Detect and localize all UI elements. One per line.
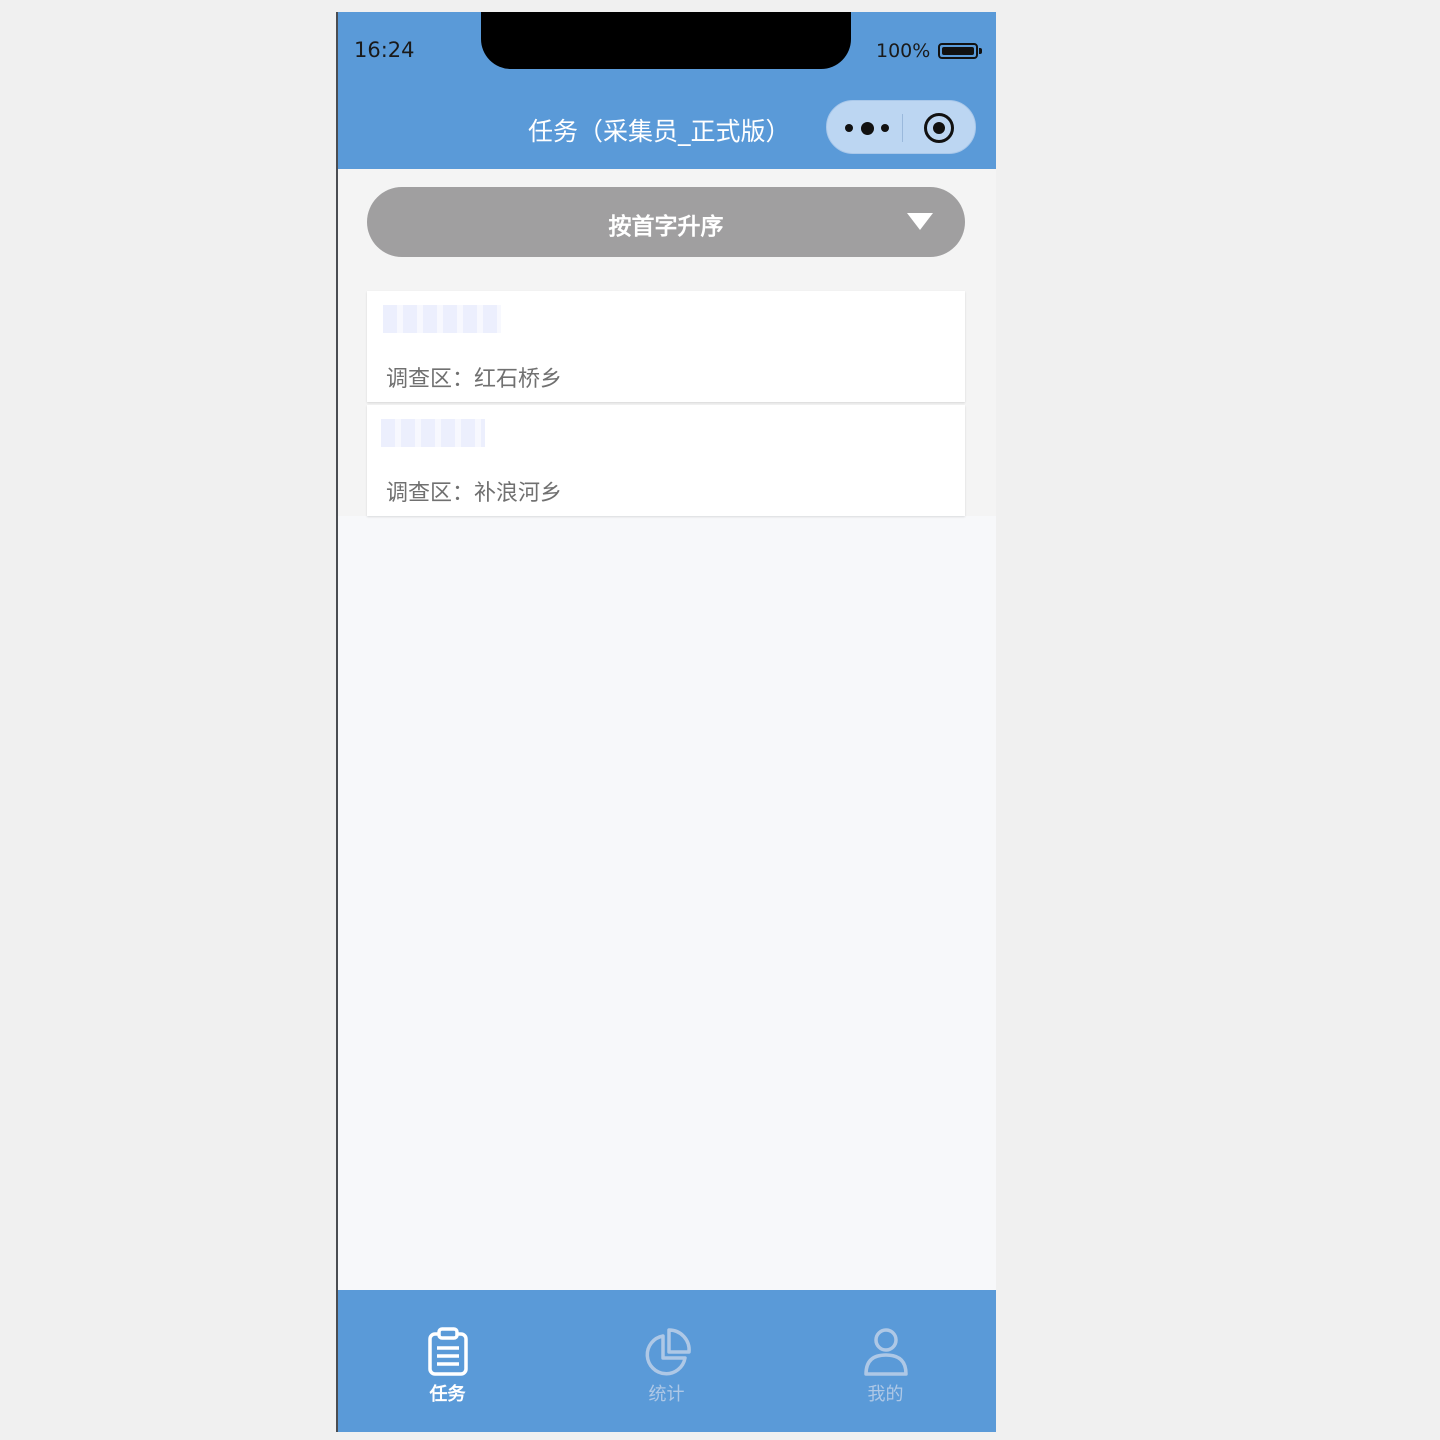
sort-dropdown-button[interactable]: 按首字升序 bbox=[367, 187, 965, 257]
task-list-section: 按首字升序 调查区：红石桥乡 调查区：补浪河乡 bbox=[338, 169, 996, 516]
nav-bar: 任务（采集员_正式版） bbox=[338, 92, 996, 169]
mini-program-capsule bbox=[826, 100, 976, 154]
sort-label: 按首字升序 bbox=[608, 214, 724, 240]
clipboard-icon bbox=[428, 1327, 468, 1376]
user-icon bbox=[864, 1328, 908, 1376]
pie-chart-icon bbox=[645, 1328, 691, 1376]
task-card[interactable]: 调查区：补浪河乡 bbox=[367, 405, 965, 516]
tab-mine[interactable]: 我的 bbox=[776, 1290, 995, 1432]
notch bbox=[481, 12, 851, 69]
task-name-redacted bbox=[381, 419, 485, 447]
status-time: 16:24 bbox=[354, 38, 415, 62]
tab-label: 统计 bbox=[648, 1384, 685, 1405]
tab-task[interactable]: 任务 bbox=[338, 1290, 557, 1432]
battery-icon bbox=[938, 43, 982, 59]
triangle-down-icon bbox=[907, 213, 933, 230]
status-bar: 16:24 100% bbox=[338, 12, 996, 92]
tab-stats[interactable]: 统计 bbox=[557, 1290, 776, 1432]
page-title: 任务（采集员_正式版） bbox=[528, 117, 791, 146]
task-survey-area: 调查区：红石桥乡 bbox=[386, 367, 563, 392]
capsule-divider bbox=[902, 114, 903, 142]
tab-label: 我的 bbox=[867, 1384, 904, 1405]
task-card[interactable]: 调查区：红石桥乡 bbox=[367, 291, 965, 402]
task-survey-area: 调查区：补浪河乡 bbox=[386, 481, 563, 506]
tab-label: 任务 bbox=[429, 1384, 466, 1405]
phone-frame: 16:24 100% 任务（采集员_正式版） 按首字升序 调查区：红石桥乡 调查… bbox=[336, 12, 996, 1432]
target-circle-icon[interactable] bbox=[924, 113, 954, 143]
tab-bar: 任务 统计 我的 bbox=[338, 1290, 996, 1432]
more-dots-icon[interactable] bbox=[845, 116, 889, 140]
task-name-redacted bbox=[383, 305, 501, 333]
battery-percentage: 100% bbox=[876, 40, 931, 62]
